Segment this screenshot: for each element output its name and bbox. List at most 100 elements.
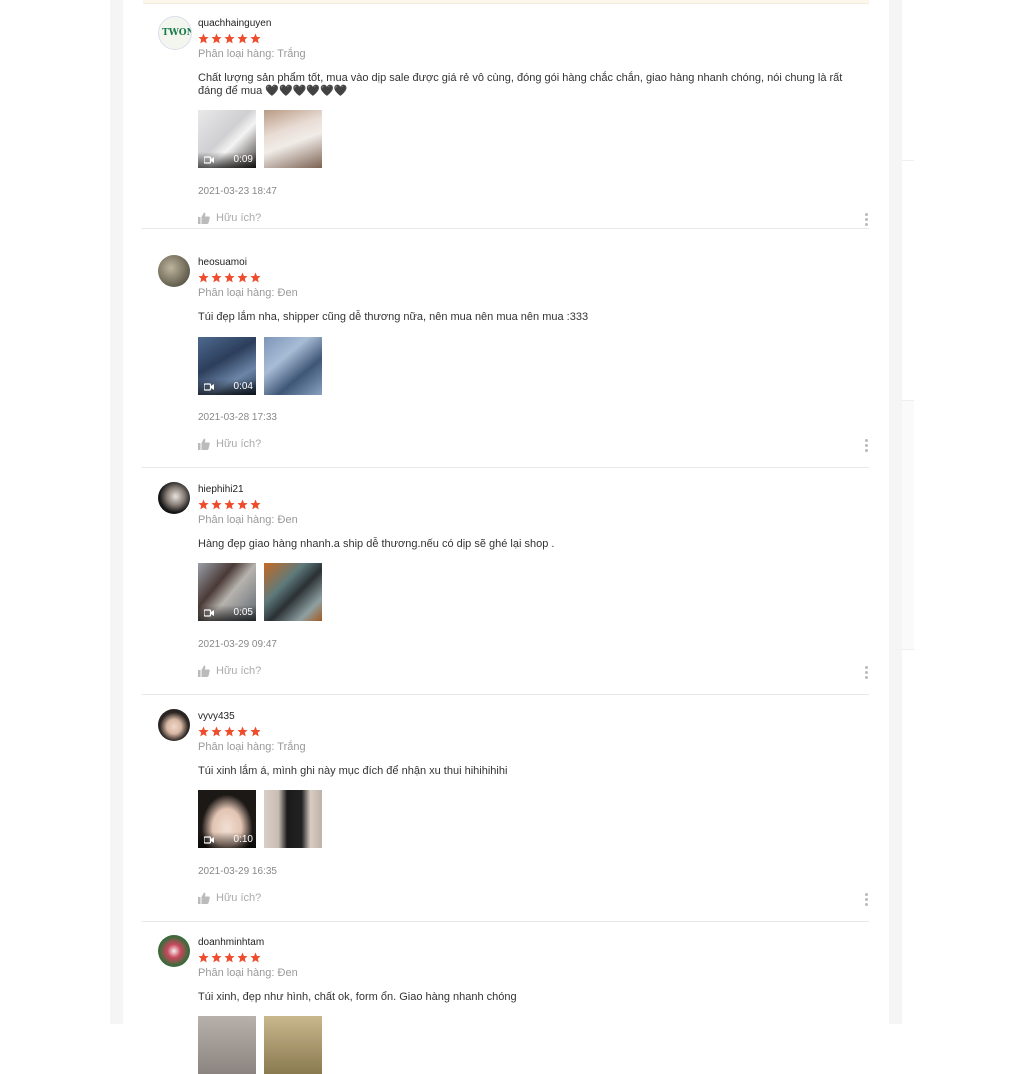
helpful-label: Hữu ích?: [216, 665, 262, 677]
helpful-label: Hữu ích?: [216, 438, 262, 450]
avatar[interactable]: [158, 255, 190, 287]
star-icon: [224, 33, 235, 44]
avatar[interactable]: [158, 709, 190, 741]
product-variant: Phân loại hàng: Trắng: [198, 741, 306, 753]
star-icon: [237, 33, 248, 44]
video-duration: 0:09: [233, 154, 253, 165]
review-item: vyvy435 Phân loại hàng: Trắng Túi xinh l…: [142, 695, 869, 922]
thumbs-up-icon: [198, 892, 210, 904]
review-item: doanhminhtam Phân loại hàng: Đen Túi xin…: [142, 921, 869, 1074]
thumbs-up-icon: [198, 665, 210, 677]
review-media: 0:09: [198, 110, 322, 168]
reviewer-username[interactable]: doanhminhtam: [198, 937, 264, 948]
review-photo-thumbnail[interactable]: [264, 563, 322, 621]
star-icon: [250, 726, 261, 737]
review-comment: Hàng đẹp giao hàng nhanh.a ship dễ thươn…: [198, 538, 555, 550]
star-icon: [224, 726, 235, 737]
rating-stars: [198, 499, 261, 511]
review-comment: Túi đẹp lắm nha, shipper cũng dễ thương …: [198, 311, 589, 323]
product-variant: Phân loại hàng: Đen: [198, 967, 298, 979]
review-item: TWON quachhainguyen Phân loại hàng: Trắn…: [142, 2, 869, 229]
star-icon: [224, 952, 235, 963]
review-photo-thumbnail[interactable]: [264, 110, 322, 168]
review-date: 2021-03-28 17:33: [198, 412, 277, 423]
more-options-icon[interactable]: [865, 439, 869, 453]
review-date: 2021-03-23 18:47: [198, 186, 277, 197]
video-camera-icon: [204, 383, 214, 391]
review-media: 0:04: [198, 337, 322, 395]
star-icon: [211, 499, 222, 510]
review-date: 2021-03-29 09:47: [198, 639, 277, 650]
star-icon: [211, 952, 222, 963]
star-icon: [250, 33, 261, 44]
video-duration: 0:05: [233, 607, 253, 618]
page-background-left: [110, 0, 123, 1024]
rating-stars: [198, 952, 261, 964]
review-photo-thumbnail[interactable]: [264, 1016, 322, 1074]
avatar-logo-text: TWON: [162, 28, 192, 38]
helpful-button[interactable]: Hữu ích?: [198, 438, 261, 450]
star-icon: [211, 272, 222, 283]
more-options-icon[interactable]: [865, 893, 869, 907]
rating-stars: [198, 726, 261, 738]
page-background-right: [889, 0, 902, 1024]
review-item: hiephihi21 Phân loại hàng: Đen Hàng đẹp …: [142, 468, 869, 695]
review-video-thumbnail[interactable]: 0:10: [198, 790, 256, 848]
star-icon: [237, 726, 248, 737]
video-camera-icon: [204, 836, 214, 844]
star-icon: [198, 33, 209, 44]
review-list: TWON quachhainguyen Phân loại hàng: Trắn…: [123, 0, 889, 1074]
star-icon: [224, 272, 235, 283]
helpful-label: Hữu ích?: [216, 892, 262, 904]
star-icon: [211, 726, 222, 737]
reviewer-username[interactable]: quachhainguyen: [198, 18, 271, 29]
helpful-label: Hữu ích?: [216, 212, 262, 224]
product-variant: Phân loại hàng: Đen: [198, 514, 298, 526]
star-icon: [250, 272, 261, 283]
review-video-thumbnail[interactable]: [198, 1016, 256, 1074]
reviewer-username[interactable]: heosuamoi: [198, 257, 247, 268]
thumbs-up-icon: [198, 212, 210, 224]
star-icon: [237, 952, 248, 963]
star-icon: [237, 272, 248, 283]
review-media: [198, 1016, 322, 1074]
side-card: [902, 400, 914, 650]
star-icon: [198, 726, 209, 737]
review-media: 0:10: [198, 790, 322, 848]
video-camera-icon: [204, 609, 214, 617]
review-photo-thumbnail[interactable]: [264, 337, 322, 395]
video-duration: 0:10: [233, 834, 253, 845]
review-comment: Túi xinh, đẹp như hình, chất ok, form ổn…: [198, 991, 517, 1003]
avatar[interactable]: [158, 482, 190, 514]
video-camera-icon: [204, 156, 214, 164]
helpful-button[interactable]: Hữu ích?: [198, 665, 261, 677]
product-variant: Phân loại hàng: Trắng: [198, 48, 306, 60]
reviewer-username[interactable]: hiephihi21: [198, 484, 244, 495]
reviewer-username[interactable]: vyvy435: [198, 711, 235, 722]
star-icon: [224, 499, 235, 510]
rating-stars: [198, 33, 261, 45]
review-video-thumbnail[interactable]: 0:04: [198, 337, 256, 395]
more-options-icon[interactable]: [865, 666, 869, 680]
helpful-button[interactable]: Hữu ích?: [198, 212, 261, 224]
product-variant: Phân loại hàng: Đen: [198, 287, 298, 299]
review-photo-thumbnail[interactable]: [264, 790, 322, 848]
rating-stars: [198, 272, 261, 284]
star-icon: [250, 952, 261, 963]
star-icon: [211, 33, 222, 44]
review-item: heosuamoi Phân loại hàng: Đen Túi đẹp lắ…: [142, 241, 869, 468]
avatar[interactable]: TWON: [158, 16, 192, 50]
avatar[interactable]: [158, 935, 190, 967]
review-date: 2021-03-29 16:35: [198, 866, 277, 877]
more-options-icon[interactable]: [865, 213, 869, 227]
review-media: 0:05: [198, 563, 322, 621]
review-video-thumbnail[interactable]: 0:05: [198, 563, 256, 621]
star-icon: [198, 952, 209, 963]
star-icon: [250, 499, 261, 510]
helpful-button[interactable]: Hữu ích?: [198, 892, 261, 904]
video-duration: 0:04: [233, 381, 253, 392]
star-icon: [198, 272, 209, 283]
star-icon: [198, 499, 209, 510]
review-comment: Chất lượng sản phẩm tốt, mua vào dịp sal…: [198, 72, 843, 97]
review-video-thumbnail[interactable]: 0:09: [198, 110, 256, 168]
